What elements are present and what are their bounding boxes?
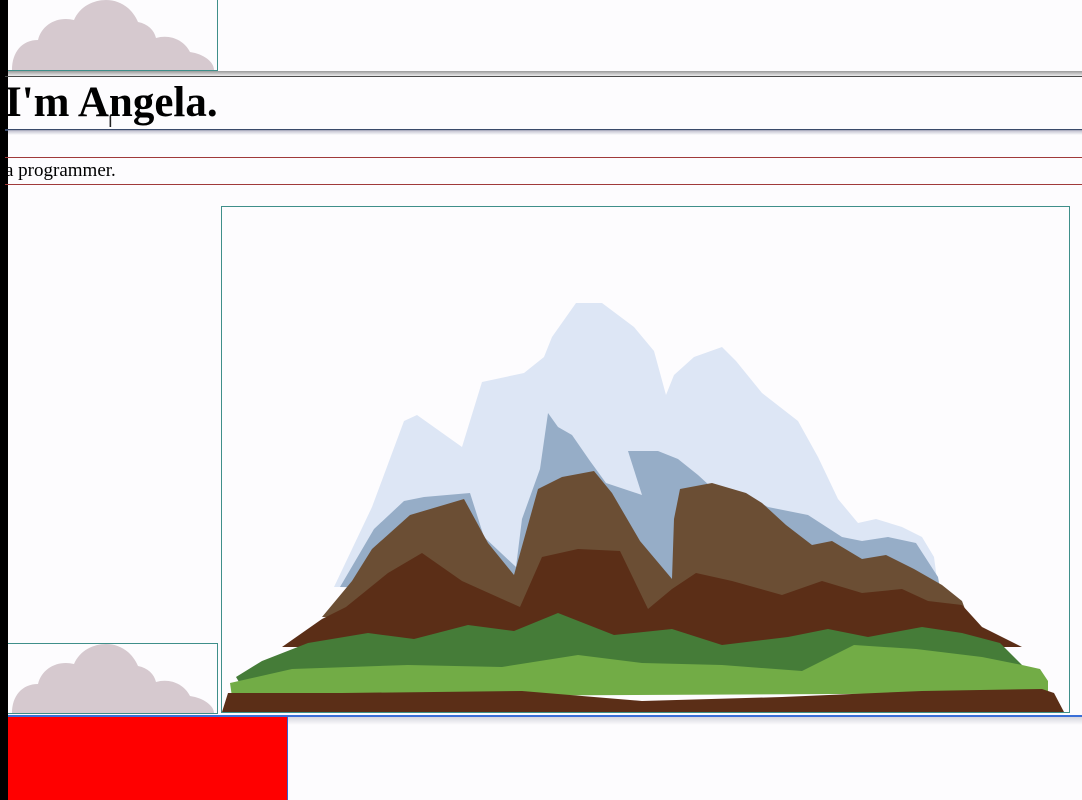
cloud-image-top <box>8 0 218 71</box>
cloud-image-bottom <box>8 643 218 714</box>
title-shadow <box>8 130 1082 135</box>
red-block <box>8 717 288 800</box>
mountain-image <box>221 206 1070 713</box>
page: I'm Angela. I a programmer. <box>0 0 1082 800</box>
text-cursor-icon: I <box>108 112 113 131</box>
page-title: I'm Angela. <box>5 76 1082 131</box>
page-subtitle: a programmer. <box>5 157 1082 185</box>
section-shadow <box>288 717 1082 725</box>
cloud-shape <box>12 644 214 713</box>
cloud-shape <box>12 0 214 70</box>
